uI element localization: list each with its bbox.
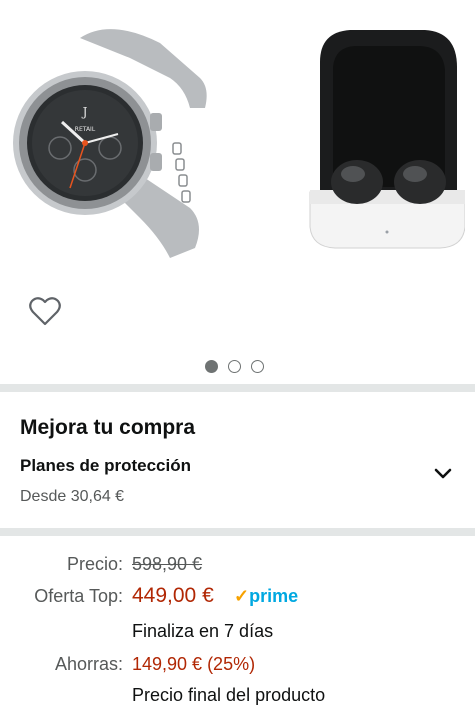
gallery-dot[interactable] [251,360,264,373]
deal-price-row: Oferta Top: 449,00 € ✓prime [0,584,475,612]
final-price-note-row: Precio final del producto [0,685,475,711]
price-block: Precio: 598,90 € Oferta Top: 449,00 € ✓p… [0,536,475,713]
gallery-dot[interactable] [228,360,241,373]
prime-check-icon: ✓ [234,586,250,606]
protection-plan-title: Planes de protección [20,456,191,475]
gallery-pagination [205,360,275,374]
section-divider [0,384,475,392]
product-image-gallery[interactable]: J RETAIL [0,0,475,385]
gallery-dot-active[interactable] [205,360,218,373]
svg-text:RETAIL: RETAIL [75,126,96,133]
deal-price-label: Oferta Top: [34,586,123,606]
prime-badge[interactable]: ✓prime [234,586,298,607]
upgrade-title: Mejora tu compra [20,416,196,439]
heart-icon[interactable] [28,296,62,328]
deal-ends-note: Finaliza en 7 días [132,621,274,641]
chevron-down-icon[interactable] [430,462,456,486]
list-price-label: Precio: [66,554,123,574]
list-price-row: Precio: 598,90 € [0,554,475,580]
final-price-note: Precio final del producto [132,685,326,705]
deal-price: 449,00 € [132,584,214,607]
list-price: 598,90 € [132,554,203,574]
svg-text:J: J [81,105,88,119]
savings-row: Ahorras: 149,90 € (25%) [0,654,475,680]
deal-note-row: Finaliza en 7 días [0,621,475,647]
savings-label: Ahorras: [54,654,123,674]
prime-label: prime [249,586,299,606]
protection-plan-price: Desde 30,64 € [20,488,125,505]
section-divider [0,528,475,536]
upgrade-section[interactable]: Mejora tu compra Planes de protección De… [0,392,475,528]
earbuds-image [309,30,465,249]
savings-value: 149,90 € (25%) [132,654,256,674]
smartwatch-image: J RETAIL [13,29,207,258]
